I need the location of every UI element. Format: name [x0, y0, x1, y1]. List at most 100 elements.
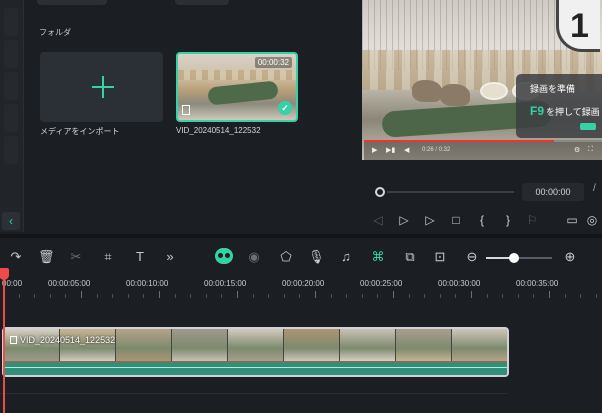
clip-frame: [4, 329, 60, 361]
pip-icon[interactable]: ⧉: [402, 249, 418, 265]
zoom-handle[interactable]: [509, 253, 519, 263]
embedded-progress-fill: [364, 140, 554, 142]
ruler-label: 00:00:10:00: [126, 279, 169, 288]
zoom-in-icon[interactable]: ⊕: [562, 249, 578, 265]
ruler-major-tick: [393, 291, 394, 298]
video-rock: [412, 80, 442, 102]
overlay-key: F9: [530, 104, 545, 118]
timeline-clip-label: VID_20240514_122532: [10, 335, 115, 345]
ruler-major-tick: [159, 291, 160, 298]
crop-icon[interactable]: ⌗: [100, 249, 116, 265]
scrub-track[interactable]: [387, 191, 514, 193]
thumbnail-subject: [207, 80, 279, 106]
preview-panel: 1 録画を準備 F9 を押して録画 ▶ ▶▮ ◀ 0:26 / 0:32 ⚙ ⛶ …: [360, 0, 602, 234]
play-step-icon[interactable]: ▷: [396, 213, 412, 227]
more-icon[interactable]: »: [162, 249, 178, 265]
preview-controls: ◁ ▷ ▷ □ { } ⚐ ▭ ◎: [360, 210, 602, 232]
play-icon: ▶: [372, 147, 378, 154]
timeline-ruler[interactable]: 00:00 00:00:05:00 00:00:10:00 00:00:15:0…: [0, 276, 602, 300]
overlay-line2-text: を押して録画: [546, 107, 600, 117]
ruler-minor-tick: [283, 294, 285, 298]
clip-frame: [396, 329, 452, 361]
overlay-line2: F9 を押して録画: [530, 104, 600, 118]
settings-icon: ⚙: [574, 147, 581, 154]
video-file-icon: [10, 336, 17, 344]
stop-icon[interactable]: □: [448, 213, 464, 227]
overlay-number: 1: [556, 0, 600, 52]
playhead-handle[interactable]: [0, 268, 9, 280]
ruler-label: 00:00:35:00: [516, 279, 559, 288]
fit-icon[interactable]: ⊡: [432, 249, 448, 265]
marker-icon[interactable]: ⚐: [524, 213, 540, 227]
cut-icon[interactable]: ✂: [68, 249, 84, 265]
marker-icon[interactable]: ⬠: [278, 249, 294, 265]
snapshot-icon[interactable]: ◎: [584, 213, 600, 227]
record-icon[interactable]: ◉: [246, 249, 262, 265]
preview-video[interactable]: 1 録画を準備 F9 を押して録画 ▶ ▶▮ ◀ 0:26 / 0:32 ⚙ ⛶: [362, 0, 602, 160]
import-media-button[interactable]: [40, 52, 163, 122]
embedded-progress[interactable]: [364, 140, 602, 142]
rail-item[interactable]: [4, 8, 18, 36]
timeline-clip[interactable]: VID_20240514_122532: [2, 327, 509, 377]
ruler-minor-tick: [455, 294, 457, 298]
text-icon[interactable]: T: [132, 249, 148, 265]
redo-icon[interactable]: ↷: [8, 249, 24, 265]
ruler-label: 00:00:30:00: [438, 279, 481, 288]
ruler-minor-tick: [112, 294, 114, 298]
ruler-minor-tick: [268, 294, 270, 298]
ruler-minor-tick: [580, 294, 582, 298]
rail-item[interactable]: [4, 104, 18, 132]
ruler-minor-tick: [330, 294, 332, 298]
ruler-minor-tick: [377, 294, 379, 298]
ruler-minor-tick: [174, 294, 176, 298]
mic-icon[interactable]: 🎙: [308, 249, 325, 265]
ruler-minor-tick: [502, 294, 504, 298]
playhead[interactable]: [3, 272, 5, 413]
clip-frame: [340, 329, 396, 361]
ruler-label: 00:00:20:00: [282, 279, 325, 288]
ruler-label: 00:00: [2, 279, 23, 288]
scrub-handle[interactable]: [375, 187, 385, 197]
media-clip-name: VID_20240514_122532: [176, 126, 261, 135]
embedded-player-bar: ▶ ▶▮ ◀ 0:26 / 0:32 ⚙ ⛶: [364, 140, 602, 160]
media-tab[interactable]: [175, 0, 229, 5]
mark-in-icon[interactable]: {: [474, 213, 490, 227]
volume-icon: ◀: [404, 147, 410, 154]
ruler-minor-tick: [299, 294, 301, 298]
prev-frame-icon[interactable]: ◁: [370, 213, 386, 227]
ruler-major-tick: [81, 291, 82, 298]
mark-out-icon[interactable]: }: [500, 213, 516, 227]
panel-divider[interactable]: [0, 234, 602, 238]
snap-icon[interactable]: ⌘: [370, 249, 386, 265]
ai-icon[interactable]: [215, 248, 233, 264]
render-icon[interactable]: ▭: [564, 213, 580, 227]
ruler-minor-tick: [486, 294, 488, 298]
music-icon[interactable]: ♫: [338, 249, 354, 265]
audio-line: [4, 367, 507, 368]
skip-icon: ▶▮: [386, 147, 396, 154]
video-bowl: [480, 82, 508, 100]
play-icon[interactable]: ▷: [422, 213, 438, 227]
ruler-minor-tick: [190, 294, 192, 298]
check-icon: ✓: [278, 101, 292, 115]
ruler-minor-tick: [361, 294, 363, 298]
ruler-minor-tick: [127, 294, 129, 298]
rail-item[interactable]: [4, 72, 18, 100]
clip-frame: [284, 329, 340, 361]
folder-label: フォルダ: [39, 28, 71, 37]
thumbnail-floor: [178, 70, 296, 80]
rail-item[interactable]: [4, 40, 18, 68]
media-clip-thumbnail[interactable]: 00:00:32 ✓: [176, 52, 298, 122]
ruler-minor-tick: [34, 294, 36, 298]
ruler-minor-tick: [517, 294, 519, 298]
fullscreen-icon: ⛶: [588, 146, 593, 153]
ruler-minor-tick: [221, 294, 223, 298]
rail-item[interactable]: [4, 136, 18, 164]
collapse-panel-icon[interactable]: ‹: [2, 212, 20, 230]
recording-overlay: 録画を準備 F9 を押して録画: [516, 74, 602, 138]
delete-icon[interactable]: 🗑: [38, 249, 55, 265]
zoom-out-icon[interactable]: ⊖: [464, 249, 480, 265]
media-tab[interactable]: [37, 0, 107, 5]
ruler-minor-tick: [18, 294, 20, 298]
ruler-major-tick: [315, 291, 316, 298]
